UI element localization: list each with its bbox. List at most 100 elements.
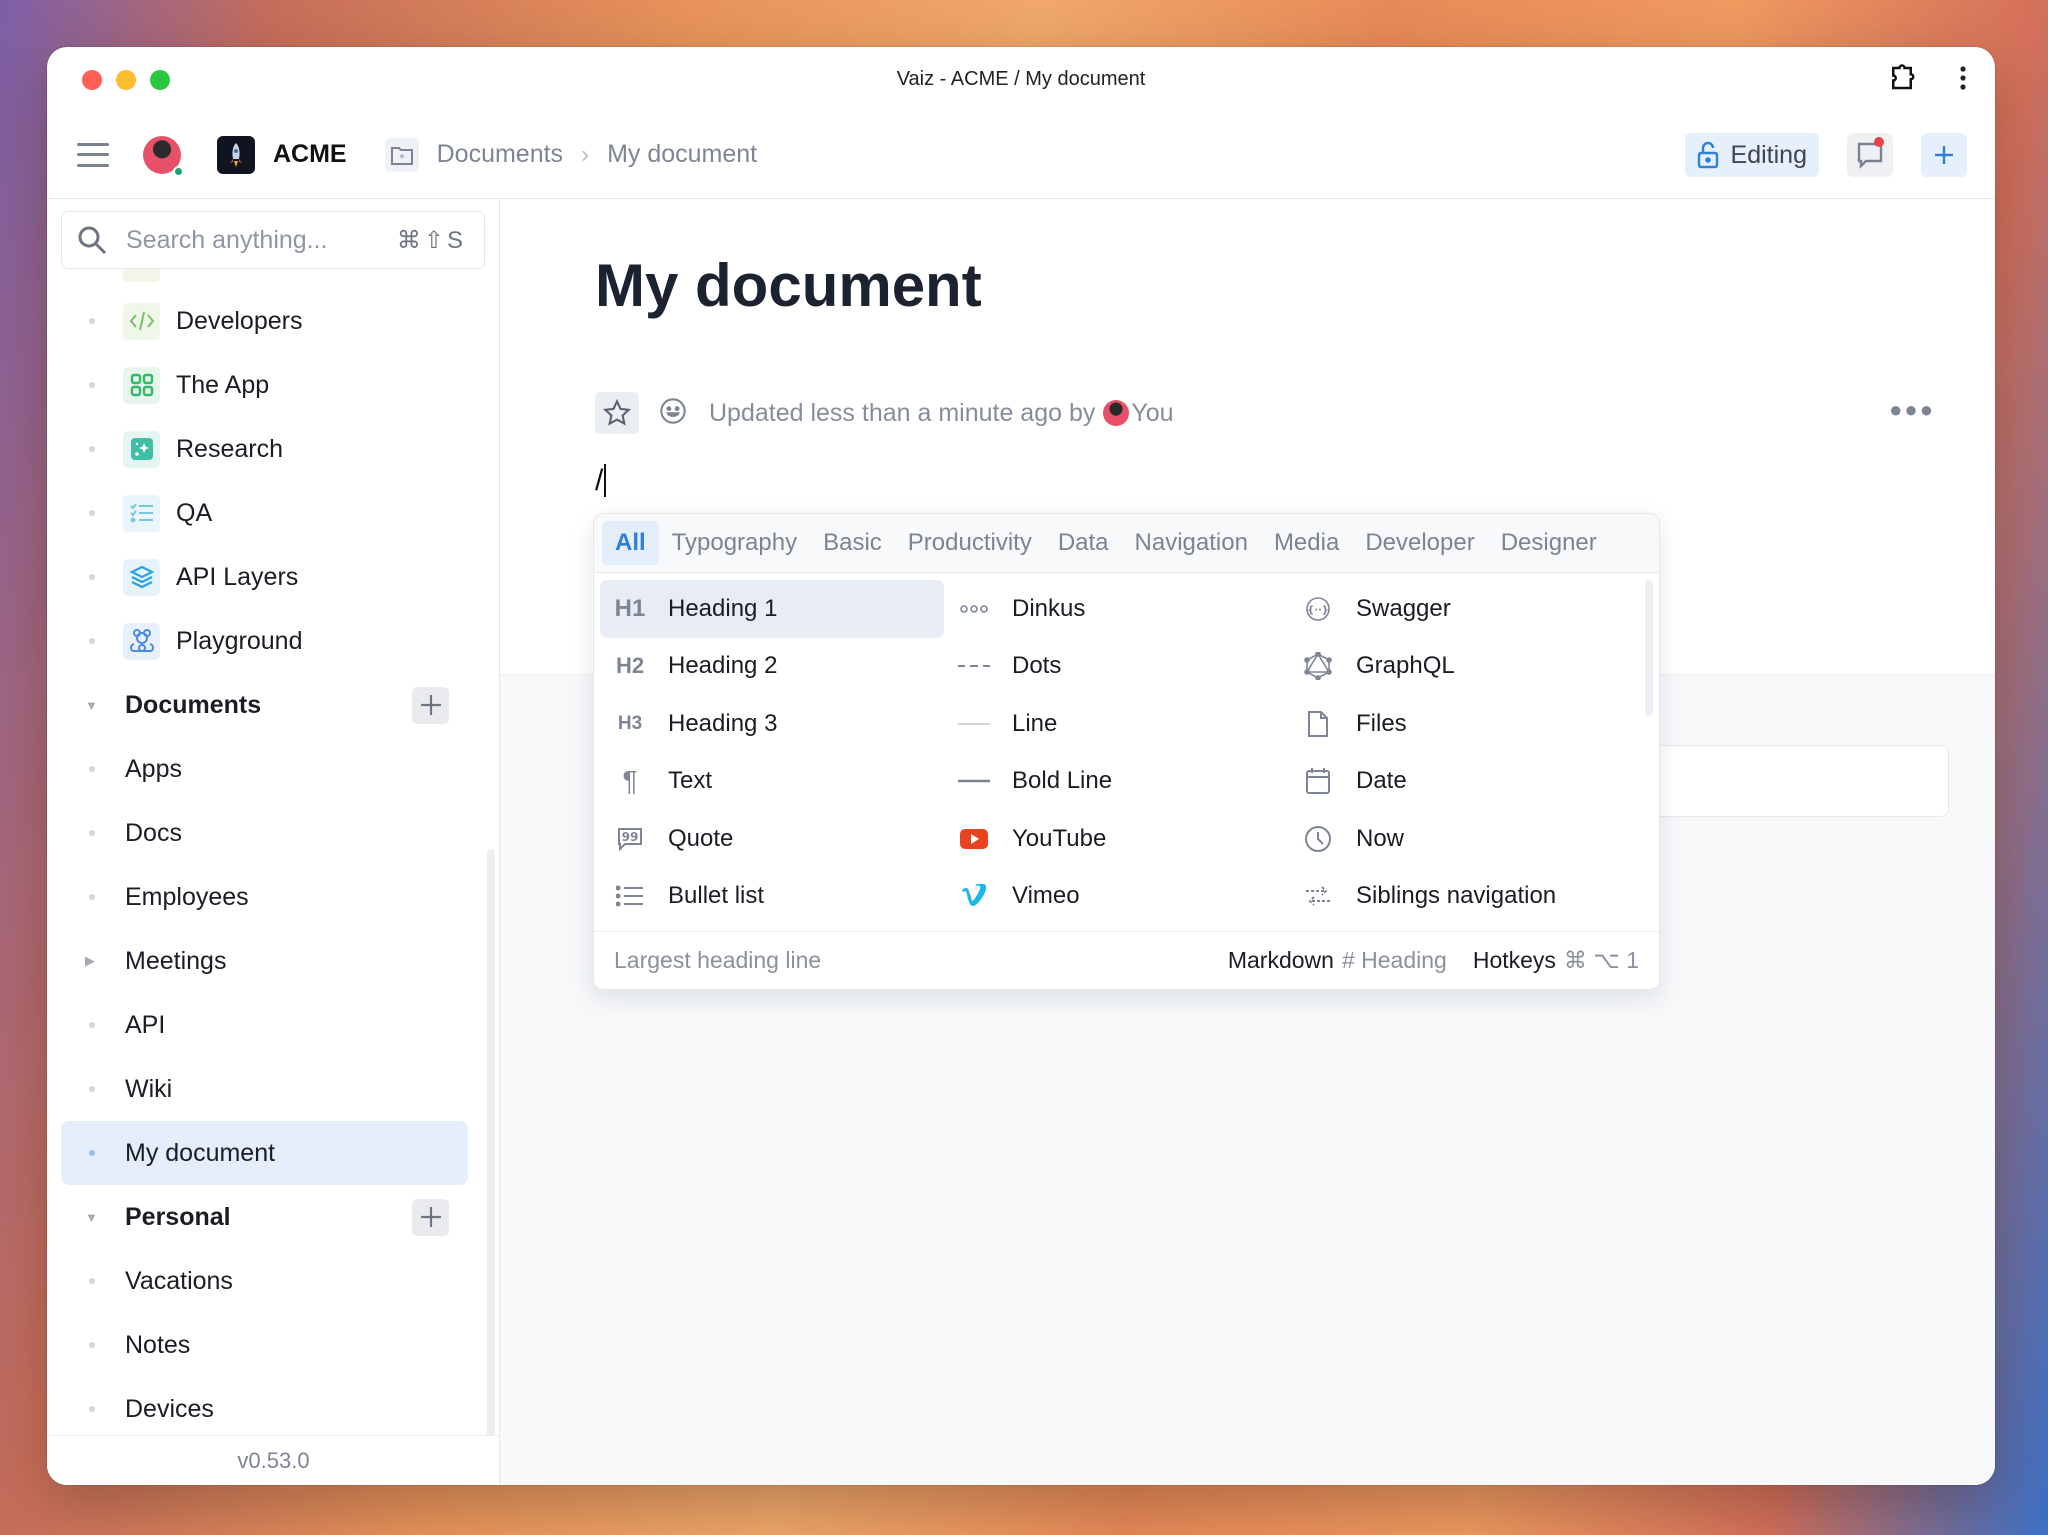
sidebar-section-documents[interactable]: ▼ Documents — [47, 673, 487, 737]
sidebar-scrollbar[interactable] — [487, 849, 495, 1449]
bullet-dot — [89, 446, 95, 452]
comments-button[interactable] — [1847, 133, 1893, 177]
menu-tab-media[interactable]: Media — [1261, 521, 1352, 565]
editor-text: / — [595, 464, 604, 497]
editor-input[interactable]: /​ — [595, 464, 607, 498]
add-button[interactable] — [1921, 133, 1967, 177]
extensions-puzzle-icon[interactable] — [1887, 63, 1917, 93]
menu-item-dinkus[interactable]: Dinkus — [944, 580, 1288, 638]
add-document-button[interactable] — [412, 686, 449, 724]
menu-item-label: Dots — [1012, 652, 1062, 680]
sidebar-item-devices[interactable]: Devices — [47, 1377, 487, 1441]
bullet-dot — [89, 1278, 95, 1284]
menu-item-label: Siblings navigation — [1356, 882, 1557, 910]
sidebar-item-research[interactable]: Research — [47, 417, 487, 481]
sidebar-item-playground[interactable]: Playground — [47, 609, 487, 673]
menu-item-bold-line[interactable]: Bold Line — [944, 753, 1288, 811]
author-avatar — [1103, 400, 1130, 426]
sidebar-item-apps[interactable]: Apps — [47, 737, 487, 801]
favorite-button[interactable] — [595, 392, 639, 434]
sparkle-icon — [123, 430, 160, 468]
svg-text:99: 99 — [622, 830, 639, 844]
sidebar-item-employees[interactable]: Employees — [47, 865, 487, 929]
bold-line-icon — [944, 779, 1004, 783]
menu-item-vimeo[interactable]: Vimeo — [944, 868, 1288, 926]
editing-mode-button[interactable]: Editing — [1684, 133, 1819, 177]
section-label: Personal — [125, 1202, 231, 1231]
menu-tab-all[interactable]: All — [602, 521, 659, 565]
menu-item-date[interactable]: Date — [1288, 753, 1632, 811]
maximize-window-button[interactable] — [150, 70, 170, 90]
sidebar-item-qa[interactable]: QA — [47, 481, 487, 545]
teddy-bear-icon — [123, 622, 160, 660]
menu-tab-data[interactable]: Data — [1045, 521, 1122, 565]
hamburger-menu-icon[interactable] — [77, 142, 109, 167]
menu-item-swagger[interactable]: {··} Swagger — [1288, 580, 1632, 638]
app-version: v0.53.0 — [47, 1435, 499, 1485]
search-shortcut: ⌘⇧S — [396, 226, 466, 254]
menu-item-text[interactable]: ¶ Text — [600, 753, 944, 811]
youtube-icon — [944, 828, 1004, 849]
sidebar-item-label: The App — [176, 370, 270, 399]
sidebar-item-vacations[interactable]: Vacations — [47, 1249, 487, 1313]
app-window: Vaiz - ACME / My document ACME * Documen… — [47, 47, 1995, 1485]
sidebar-section-personal[interactable]: ▼ Personal — [47, 1185, 487, 1249]
sidebar-item-api-layers[interactable]: API Layers — [47, 545, 487, 609]
menu-column: H1 Heading 1 H2 Heading 2 H3 Heading 3 ¶ Text 99… — [600, 580, 944, 925]
menu-item-youtube[interactable]: YouTube — [944, 810, 1288, 868]
menu-item-files[interactable]: Files — [1288, 695, 1632, 753]
document-title[interactable]: My document — [595, 251, 982, 320]
menu-item-label: Heading 1 — [668, 594, 778, 622]
minimize-window-button[interactable] — [116, 70, 136, 90]
expand-triangle-icon[interactable]: ▶ — [85, 953, 95, 969]
sidebar-item-my-document[interactable]: My document — [61, 1121, 468, 1185]
dinkus-icon — [944, 604, 1004, 614]
sidebar-item-meetings[interactable]: ▶ Meetings — [47, 929, 487, 993]
add-personal-button[interactable] — [412, 1198, 449, 1236]
sidebar-item-docs[interactable]: Docs — [47, 801, 487, 865]
menu-item-quote[interactable]: 99 Quote — [600, 810, 944, 868]
menu-tab-navigation[interactable]: Navigation — [1122, 521, 1261, 565]
menu-item-bullet-list[interactable]: Bullet list — [600, 868, 944, 926]
swagger-icon: {··} — [1288, 596, 1348, 622]
bullet-dot — [89, 1022, 95, 1028]
sidebar-item-developers[interactable]: Developers — [47, 289, 487, 353]
emoji-smile-icon[interactable] — [659, 397, 687, 430]
menu-item-now[interactable]: Now — [1288, 810, 1632, 868]
menu-item-siblings-navigation[interactable]: Siblings navigation — [1288, 868, 1632, 926]
menu-tab-typography[interactable]: Typography — [659, 521, 810, 565]
workspace-name[interactable]: ACME — [273, 140, 347, 169]
breadcrumb-current[interactable]: My document — [607, 140, 757, 169]
user-avatar[interactable] — [143, 135, 184, 177]
checklist-icon — [123, 494, 160, 532]
menu-item-line[interactable]: Line — [944, 695, 1288, 753]
menu-item-label: Heading 3 — [668, 709, 778, 737]
code-icon — [123, 302, 160, 340]
sidebar-item-the-app[interactable]: The App — [47, 353, 487, 417]
workspace-logo-rocket-icon[interactable] — [217, 135, 255, 174]
close-window-button[interactable] — [82, 70, 102, 90]
menu-scrollbar[interactable] — [1645, 580, 1653, 716]
menu-tab-productivity[interactable]: Productivity — [895, 521, 1045, 565]
menu-item-heading-2[interactable]: H2 Heading 2 — [600, 638, 944, 696]
bullet-dot — [89, 574, 95, 580]
collapse-triangle-icon[interactable]: ▼ — [85, 1210, 98, 1225]
menu-item-heading-1[interactable]: H1 Heading 1 — [600, 580, 944, 638]
collapse-triangle-icon[interactable]: ▼ — [85, 698, 98, 713]
bullet-dot — [89, 1086, 95, 1092]
breadcrumb-documents[interactable]: Documents — [437, 140, 563, 169]
menu-item-heading-3[interactable]: H3 Heading 3 — [600, 695, 944, 753]
clock-icon — [1288, 825, 1348, 853]
sidebar-item-wiki[interactable]: Wiki — [47, 1057, 487, 1121]
menu-tab-basic[interactable]: Basic — [810, 521, 895, 565]
sidebar-item-notes[interactable]: Notes — [47, 1313, 487, 1377]
author-name[interactable]: You — [1131, 399, 1173, 428]
sidebar-item-api[interactable]: API — [47, 993, 487, 1057]
search-input[interactable]: Search anything... ⌘⇧S — [61, 211, 485, 269]
menu-item-graphql[interactable]: GraphQL — [1288, 638, 1632, 696]
menu-tab-developer[interactable]: Developer — [1352, 521, 1487, 565]
menu-tab-designer[interactable]: Designer — [1488, 521, 1610, 565]
kebab-menu-icon[interactable] — [1959, 65, 1967, 91]
more-options-icon[interactable]: ●●● — [1889, 397, 1935, 423]
menu-item-dots[interactable]: Dots — [944, 638, 1288, 696]
